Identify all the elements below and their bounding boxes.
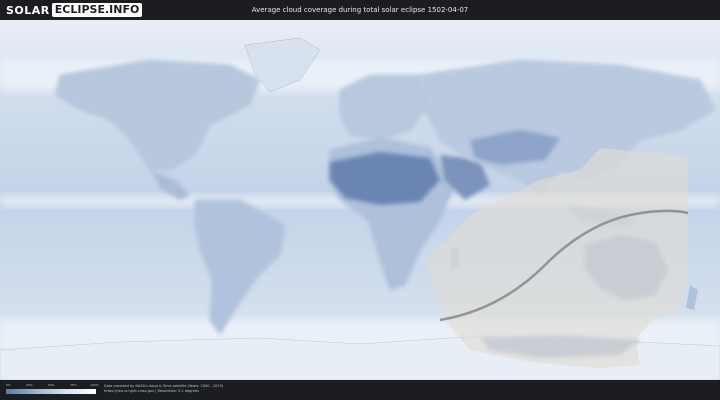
sahara-clear-sky — [330, 152, 440, 205]
scale-tick-label: 25% — [26, 383, 33, 387]
cloud-coverage-color-scale — [6, 389, 96, 394]
credits-line-url[interactable]: https://neo.sci.gsfc.nasa.gov | Resoluti… — [104, 389, 223, 394]
cloud-coverage-map — [0, 20, 720, 380]
scale-tick-labels: 0% 25% 50% 75% 100% — [6, 383, 99, 388]
eclipse-map-page: SOLAR ECLIPSE.INFO Average cloud coverag… — [0, 0, 720, 400]
scale-tick-label: 0% — [6, 383, 11, 387]
scale-tick-label: 75% — [70, 383, 77, 387]
map-svg — [0, 20, 720, 380]
header-bar: SOLAR ECLIPSE.INFO Average cloud coverag… — [0, 0, 720, 20]
scale-tick-label: 100% — [90, 383, 99, 387]
page-title: Average cloud coverage during total sola… — [251, 6, 469, 14]
data-credits: Data provided by NASA's Aqua & Terra sat… — [104, 384, 223, 394]
scale-tick-label: 50% — [48, 383, 55, 387]
